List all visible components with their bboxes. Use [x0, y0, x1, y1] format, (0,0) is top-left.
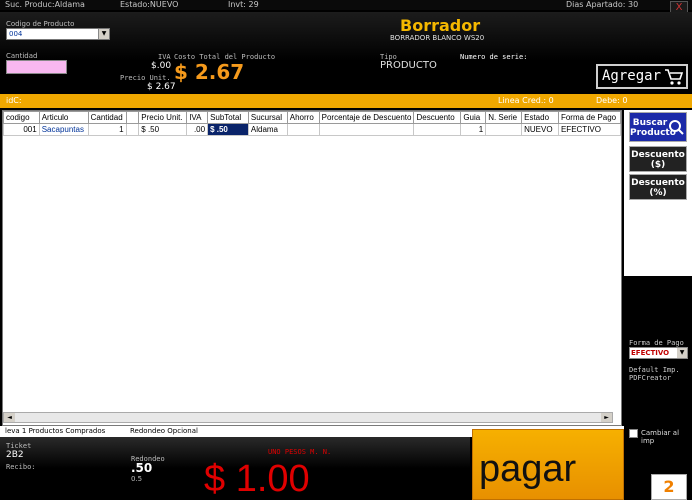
default-printer: Default Imp. PDFCreator: [629, 366, 680, 382]
default-imp-value: PDFCreator: [629, 374, 672, 382]
col-sucursal[interactable]: Sucursal: [247, 111, 288, 124]
magnifier-icon: [669, 120, 684, 135]
col-articulo[interactable]: Articulo: [38, 111, 89, 124]
descuento-porcentaje-label: Descuento (%): [631, 178, 685, 198]
debe-text: Debe: 0: [596, 96, 628, 105]
status-top-bar: Suc. Produc:Aldama Estado:NUEVO Invt: 29…: [0, 0, 692, 10]
dias-apartado-text: Dias Apartado: 30: [566, 0, 639, 9]
codigo-label: Codigo de Producto: [6, 20, 75, 28]
ticket-label: Ticket: [6, 442, 32, 450]
cantidad-label: Cantidad: [6, 52, 38, 60]
cart-icon: [665, 69, 684, 85]
iva-value: $.00: [151, 61, 172, 71]
product-code-select[interactable]: 004 ▼: [6, 28, 110, 40]
action-panel: Buscar Producto Descuento ($) Descuento …: [624, 110, 692, 276]
redondeo-sub-value: 0.5: [131, 475, 143, 483]
table-row[interactable]: 001 Sacapuntas 1 $ .50 .00 $ .50 Aldama …: [3, 123, 622, 136]
cell-estado[interactable]: NUEVO: [521, 123, 559, 136]
col-ahorro[interactable]: Ahorro: [286, 111, 320, 124]
forma-pago-label: Forma de Pago: [629, 339, 684, 347]
col-subtotal[interactable]: SubTotal: [207, 111, 249, 124]
col-descuento[interactable]: Descuento: [413, 111, 462, 124]
product-header: [0, 12, 692, 94]
table-header-row: codigo Articulo Cantidad Precio Unit. IV…: [3, 111, 622, 124]
col-estado[interactable]: Estado: [521, 111, 559, 124]
buscar-producto-label: Buscar Producto: [630, 118, 676, 138]
estado-text: Estado:NUEVO: [120, 0, 179, 9]
cell-iva[interactable]: .00: [186, 123, 209, 136]
product-subtitle: BORRADOR BLANCO WS20: [390, 34, 485, 42]
cell-descuento[interactable]: [413, 123, 462, 136]
descuento-porcentaje-button[interactable]: Descuento (%): [629, 174, 687, 200]
ticket-value: 2B2: [6, 450, 24, 460]
col-cantidad[interactable]: Cantidad: [87, 111, 127, 124]
scroll-left-icon[interactable]: ◄: [4, 413, 15, 422]
col-codigo[interactable]: codigo: [3, 111, 40, 124]
col-guia[interactable]: Guia: [460, 111, 487, 124]
forma-pago-select[interactable]: EFECTIVO ▼: [629, 347, 688, 359]
agregar-label: Agregar: [602, 68, 662, 84]
col-porcentaje-descuento[interactable]: Porcentaje de Descuento: [318, 111, 415, 124]
item-count-badge: 2: [651, 474, 687, 500]
horizontal-scrollbar[interactable]: ◄ ►: [3, 412, 613, 423]
pagar-button[interactable]: pagar: [472, 429, 624, 500]
cambiar-impresora-checkbox[interactable]: [629, 429, 638, 438]
sucursal-text: Suc. Produc:Aldama: [5, 0, 85, 9]
scroll-right-icon[interactable]: ►: [601, 413, 612, 422]
col-iva[interactable]: IVA: [186, 111, 209, 124]
cambiar-impresora-label: Cambiar al imp: [641, 429, 680, 445]
default-imp-label: Default Imp.: [629, 366, 680, 374]
cell-forma-pago[interactable]: EFECTIVO: [557, 123, 622, 136]
redondeo-value: .50: [131, 461, 153, 475]
descuento-pesos-button[interactable]: Descuento ($): [629, 146, 687, 172]
cell-precio-unit[interactable]: $ .50: [138, 123, 188, 136]
col-blank[interactable]: [125, 111, 140, 124]
col-precio-unit[interactable]: Precio Unit.: [138, 111, 188, 124]
cell-n-serie[interactable]: [485, 123, 523, 136]
cell-cantidad[interactable]: 1: [87, 123, 127, 136]
productos-comprados-text: leva 1 Productos Comprados: [5, 427, 106, 435]
serie-label: Numero de serie:: [460, 53, 528, 61]
products-table: codigo Articulo Cantidad Precio Unit. IV…: [3, 111, 622, 136]
forma-pago-value: EFECTIVO: [631, 349, 670, 357]
amount-in-words: UNO PESOS M. N.: [268, 448, 332, 456]
tipo-value: PRODUCTO: [380, 60, 437, 71]
agregar-button[interactable]: Agregar: [596, 64, 688, 89]
redondeo-opcional-text: Redondeo Opcional: [130, 427, 198, 435]
cell-sucursal[interactable]: Aldama: [247, 123, 288, 136]
products-grid[interactable]: codigo Articulo Cantidad Precio Unit. IV…: [2, 110, 622, 426]
costo-total-value: $ 2.67: [174, 60, 245, 84]
cell-subtotal[interactable]: $ .50: [207, 123, 249, 136]
cell-ahorro[interactable]: [286, 123, 320, 136]
col-n-serie[interactable]: N. Serie: [485, 111, 523, 124]
linea-cred-text: Linea Cred.: 0: [498, 96, 554, 105]
customer-credit-bar: idC: Linea Cred.: 0 Debe: 0: [0, 94, 692, 108]
grand-total: $ 1.00: [204, 458, 310, 500]
cell-codigo[interactable]: 001: [3, 123, 40, 136]
cell-porcentaje-descuento[interactable]: [318, 123, 415, 136]
iva-label: IVA: [158, 53, 171, 61]
idc-text: idC:: [6, 96, 22, 105]
invt-text: Invt: 29: [228, 0, 259, 9]
cell-guia[interactable]: 1: [460, 123, 487, 136]
chevron-down-icon[interactable]: ▼: [677, 348, 687, 358]
cell-blank[interactable]: [125, 123, 140, 136]
pagar-label: pagar: [479, 448, 577, 490]
buscar-producto-button[interactable]: Buscar Producto: [629, 112, 687, 142]
chevron-down-icon[interactable]: ▼: [98, 29, 109, 39]
descuento-pesos-label: Descuento ($): [631, 150, 685, 170]
precio-unit-value: $ 2.67: [147, 82, 176, 92]
precio-unit-label: Precio Unit.: [120, 74, 171, 82]
product-code-value: 004: [9, 30, 23, 38]
product-title: Borrador: [400, 16, 481, 35]
cantidad-input[interactable]: [6, 60, 67, 74]
cell-articulo[interactable]: Sacapuntas: [38, 123, 89, 136]
col-forma-pago[interactable]: Forma de Pago: [557, 111, 622, 124]
recibo-label: Recibo:: [6, 463, 36, 471]
